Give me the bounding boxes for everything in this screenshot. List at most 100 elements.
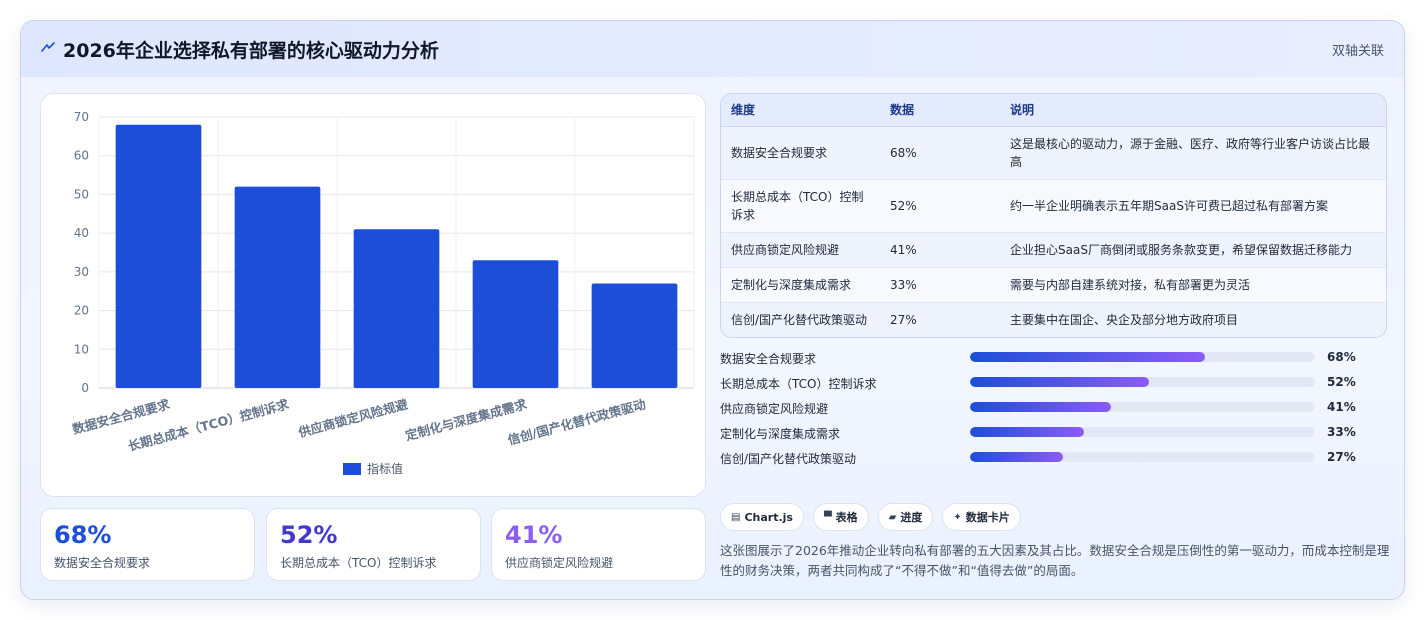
chip-label: 数据卡片 xyxy=(965,511,1010,524)
table-cell: 41% xyxy=(880,232,1000,268)
lightning-icon xyxy=(41,42,55,52)
stat-card-1: 68% 数据安全合规要求 xyxy=(40,508,255,581)
table-cell: 27% xyxy=(880,302,1000,337)
stat-card-3: 41% 供应商锁定风险规避 xyxy=(491,508,706,581)
table-cell: 数据安全合规要求 xyxy=(721,126,880,180)
page-title: 2026年企业选择私有部署的核心驱动力分析 xyxy=(63,40,439,62)
progress-value: 33% xyxy=(1327,425,1356,439)
progress-label: 定制化与深度集成需求 xyxy=(720,427,841,441)
chip-label: 表格 xyxy=(835,511,858,524)
y-tick-label: 30 xyxy=(74,265,89,279)
table-cell: 信创/国产化替代政策驱动 xyxy=(721,302,880,337)
y-tick-label: 20 xyxy=(74,304,89,318)
chip-chartjs[interactable]: ▤ Chart.js xyxy=(720,503,804,531)
stat-card-2: 52% 长期总成本（TCO）控制诉求 xyxy=(266,508,481,581)
progress-fill xyxy=(970,352,1205,362)
table-row: 信创/国产化替代政策驱动 27% 主要集中在国企、央企及部分地方政府项目 xyxy=(721,302,1386,337)
table-header-row: 维度 数据 说明 xyxy=(721,94,1386,127)
legend-label: 指标值 xyxy=(366,462,403,476)
progress-track xyxy=(970,452,1315,462)
table-row: 供应商锁定风险规避 41% 企业担心SaaS厂商倒闭或服务条款变更，希望保留数据… xyxy=(721,232,1386,268)
y-tick-label: 70 xyxy=(74,110,89,124)
progress-fill xyxy=(970,427,1084,437)
progress-track xyxy=(970,427,1315,437)
table-cell: 这是最核心的驱动力，源于金融、医疗、政府等行业客户访谈占比最高 xyxy=(1000,126,1386,180)
bar-chart: 010203040506070数据安全合规要求长期总成本（TCO）控制诉求 供应商… xyxy=(70,110,695,454)
table-cell: 需要与内部自建系统对接，私有部署更为灵活 xyxy=(1000,267,1386,303)
dual-axis-tag: 双轴关联 xyxy=(1331,44,1384,59)
table-row: 长期总成本（TCO）控制诉求 52% 约一半企业明确表示五年期SaaS许可费已超… xyxy=(721,179,1386,233)
progress-value: 68% xyxy=(1327,350,1356,364)
progress-row: 数据安全合规要求 68% xyxy=(720,348,1387,373)
stat-label: 供应商锁定风险规避 xyxy=(505,556,614,570)
bar xyxy=(353,229,440,388)
dashboard-card: 2026年企业选择私有部署的核心驱动力分析 双轴关联 0 10 20 30 40 50 60… xyxy=(20,20,1405,600)
y-tick-label: 40 xyxy=(74,226,89,240)
data-table: 维度 数据 说明 数据安全合规要求 68% 这是最核心的驱动力，源于金融、医疗、… xyxy=(721,94,1386,337)
stat-value: 68% xyxy=(54,521,112,549)
stat-label: 长期总成本（TCO）控制诉求 xyxy=(280,556,437,570)
card-icon: ✦ xyxy=(953,511,962,523)
table-cell: 33% xyxy=(880,267,1000,303)
y-tick-label: 60 xyxy=(74,149,89,163)
chip-progress[interactable]: ▰ 进度 xyxy=(877,503,934,531)
bar xyxy=(234,186,321,388)
x-tick-label: 供应商锁定风险规避 xyxy=(296,396,410,440)
progress-row: 长期总成本（TCO）控制诉求 52% xyxy=(720,373,1387,398)
data-table-panel: 维度 数据 说明 数据安全合规要求 68% 这是最核心的驱动力，源于金融、医疗、… xyxy=(720,93,1387,338)
progress-row: 信创/国产化替代政策驱动 27% xyxy=(720,448,1387,473)
table-cell: 约一半企业明确表示五年期SaaS许可费已超过私有部署方案 xyxy=(1000,179,1386,233)
progress-track xyxy=(970,377,1315,387)
bar xyxy=(591,283,678,388)
chip-table[interactable]: ▀ 表格 xyxy=(812,503,869,531)
chip-data-card[interactable]: ✦ 数据卡片 xyxy=(942,503,1021,531)
table-cell: 52% xyxy=(880,179,1000,233)
progress-value: 27% xyxy=(1327,450,1356,464)
chip-label: Chart.js xyxy=(744,510,793,524)
bar-chart-panel: 0 10 20 30 40 50 60 70 数据安全合规要求 长期总成本（TCO）控制诉求 供应商… xyxy=(40,93,706,497)
summary-text: 这张图展示了2026年推动企业转向私有部署的五大因素及其占比。数据安全合规是压倒… xyxy=(720,543,1390,578)
legend-swatch xyxy=(342,462,361,475)
table-cell: 供应商锁定风险规避 xyxy=(721,232,880,268)
view-chips: ▤ Chart.js ▀ 表格 ▰ 进度 ✦ 数据卡片 xyxy=(720,503,1021,531)
y-tick-label: 10 xyxy=(74,342,89,356)
y-tick-label: 50 xyxy=(74,187,89,201)
bar xyxy=(472,260,559,388)
progress-value: 41% xyxy=(1327,400,1356,414)
card-header: 2026年企业选择私有部署的核心驱动力分析 双轴关联 xyxy=(21,21,1404,77)
stat-label: 数据安全合规要求 xyxy=(54,556,151,570)
progress-row: 供应商锁定风险规避 41% xyxy=(720,398,1387,423)
table-header-cell: 数据 xyxy=(880,94,1000,127)
progress-icon: ▰ xyxy=(888,511,897,523)
x-tick-label: 信创/国产化替代政策驱动 xyxy=(506,396,648,447)
progress-fill xyxy=(970,402,1112,412)
table-cell: 企业担心SaaS厂商倒闭或服务条款变更，希望保留数据迁移能力 xyxy=(1000,232,1386,268)
progress-label: 供应商锁定风险规避 xyxy=(720,402,829,416)
progress-fill xyxy=(970,377,1150,387)
stat-value: 41% xyxy=(505,521,563,549)
progress-label: 信创/国产化替代政策驱动 xyxy=(720,452,857,466)
progress-value: 52% xyxy=(1327,375,1356,389)
progress-row: 定制化与深度集成需求 33% xyxy=(720,423,1387,448)
table-cell: 68% xyxy=(880,126,1000,180)
table-cell: 长期总成本（TCO）控制诉求 xyxy=(721,179,880,233)
table-header-cell: 说明 xyxy=(1000,94,1386,127)
stat-value: 52% xyxy=(280,521,338,549)
table-row: 定制化与深度集成需求 33% 需要与内部自建系统对接，私有部署更为灵活 xyxy=(721,267,1386,303)
bar xyxy=(115,124,202,388)
progress-track xyxy=(970,352,1315,362)
table-header-cell: 维度 xyxy=(721,94,880,127)
y-tick-label: 0 xyxy=(81,381,89,395)
table-cell: 主要集中在国企、央企及部分地方政府项目 xyxy=(1000,302,1386,337)
progress-fill xyxy=(970,452,1064,462)
chip-label: 进度 xyxy=(900,511,923,524)
progress-track xyxy=(970,402,1315,412)
chart-icon: ▤ xyxy=(731,511,741,523)
progress-label: 长期总成本（TCO）控制诉求 xyxy=(720,377,877,391)
chart-legend[interactable]: 指标值 xyxy=(41,460,705,477)
progress-list: 数据安全合规要求 68% 长期总成本（TCO）控制诉求 52% 供应商锁定风险规… xyxy=(720,348,1387,473)
table-cell: 定制化与深度集成需求 xyxy=(721,267,880,303)
progress-label: 数据安全合规要求 xyxy=(720,352,817,366)
table-row: 数据安全合规要求 68% 这是最核心的驱动力，源于金融、医疗、政府等行业客户访谈… xyxy=(721,126,1386,180)
table-icon: ▀ xyxy=(823,511,832,523)
